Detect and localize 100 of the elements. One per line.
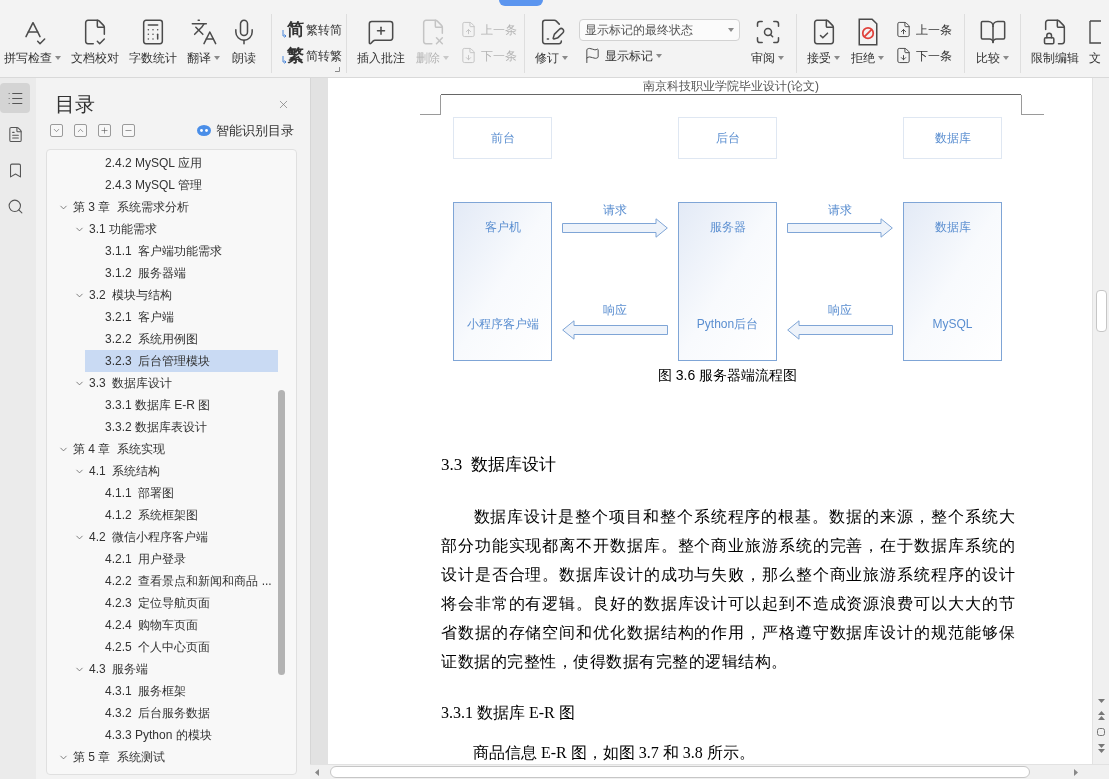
arrow-label: 请求 bbox=[828, 204, 852, 217]
ribbon-button[interactable]: 限制编辑 bbox=[1031, 17, 1079, 65]
ribbon-button[interactable]: 上一条 bbox=[895, 18, 952, 41]
ribbon-button[interactable]: 插入批注 bbox=[357, 17, 405, 65]
cloud-face-icon bbox=[197, 125, 211, 136]
ribbon-button[interactable]: 比较 bbox=[976, 17, 1009, 65]
ribbon-button[interactable]: 朗读 bbox=[230, 17, 258, 65]
toc-item[interactable]: 4.1 系统结构 bbox=[69, 460, 278, 482]
caret-icon bbox=[728, 27, 734, 32]
scrollbar-thumb[interactable] bbox=[330, 766, 1030, 778]
ribbon-button[interactable]: 翻译 bbox=[187, 17, 220, 65]
caret-right-icon[interactable] bbox=[1074, 768, 1078, 776]
toc-item[interactable]: 4.3 服务端 bbox=[69, 658, 278, 680]
toc-item[interactable]: 4.3.1 服务框架 bbox=[85, 680, 278, 702]
section-heading: 3.3 数据库设计 bbox=[441, 454, 557, 476]
chevron-down-button[interactable] bbox=[50, 124, 63, 137]
toc-item[interactable]: 3.1.2 服务器端 bbox=[85, 262, 278, 284]
panel-title: 目录 bbox=[55, 92, 95, 116]
toc-item[interactable]: 2.4.2 MySQL 应用 bbox=[85, 152, 278, 174]
dialog-launcher-icon[interactable] bbox=[335, 66, 340, 72]
arrow-label: 请求 bbox=[603, 204, 627, 217]
ribbon-button[interactable]: 拼写检查 bbox=[4, 17, 61, 65]
document-ban-icon bbox=[857, 17, 878, 46]
margin-corner-mark bbox=[1021, 95, 1044, 115]
chevron-up-icon bbox=[76, 126, 85, 135]
chevron-up-button[interactable] bbox=[74, 124, 87, 137]
scrollbar-thumb[interactable] bbox=[278, 390, 285, 675]
toc-item[interactable]: 3.2.1 客户端 bbox=[85, 306, 278, 328]
tier-heading: 前台 bbox=[453, 117, 552, 159]
tier-heading: 后台 bbox=[678, 117, 777, 159]
ribbon-button[interactable]: 显示标记 bbox=[579, 44, 740, 67]
ribbon-button[interactable]: 拒绝 bbox=[851, 17, 884, 65]
toc-item[interactable]: 4.3.3 Python 的模块 bbox=[85, 724, 278, 746]
toc-item[interactable]: 3.3.1 数据库 E-R 图 bbox=[85, 394, 278, 416]
scrollbar-thumb[interactable] bbox=[1095, 290, 1107, 332]
sidebar-tab[interactable] bbox=[0, 83, 30, 113]
ribbon-button[interactable]: 简繁转简 bbox=[282, 18, 342, 41]
toc-item[interactable]: 第 5 章 系统测试 bbox=[53, 746, 278, 768]
double-caret-down-icon[interactable] bbox=[1097, 744, 1105, 753]
toc-item[interactable]: 3.3 数据库设计 bbox=[69, 372, 278, 394]
ribbon-button[interactable]: 繁简转繁 bbox=[282, 44, 342, 67]
arrow-label: 响应 bbox=[828, 304, 852, 317]
plus-icon bbox=[100, 126, 109, 135]
margin-corner-mark bbox=[420, 95, 441, 115]
node-title: 数据库 bbox=[934, 220, 971, 234]
minus-button[interactable] bbox=[122, 124, 135, 137]
node-subtitle: Python后台 bbox=[696, 317, 759, 331]
toc-item[interactable]: 4.1.1 部署图 bbox=[85, 482, 278, 504]
node-title: 服务器 bbox=[709, 220, 746, 234]
toc-item[interactable]: 第 4 章 系统实现 bbox=[53, 438, 278, 460]
toc-item[interactable]: 4.2.1 用户登录 bbox=[85, 548, 278, 570]
tab-highlight bbox=[499, 0, 543, 6]
ribbon-button[interactable]: 字数统计 bbox=[129, 17, 177, 65]
toc-item[interactable]: 3.3.2 数据库表设计 bbox=[85, 416, 278, 438]
figure-caption: 图 3.6 服务器端流程图 bbox=[657, 367, 798, 383]
document-up-icon bbox=[460, 21, 477, 39]
curved-arrow-icon bbox=[282, 55, 287, 65]
document-list-icon bbox=[6, 125, 24, 143]
body-paragraph: 数据库设计是整个项目和整个系统程序的根基。数据的来源，整个系统大部分功能实现都离不开数据库。整个商业旅游系统的完善，在于数据库系统的设计是否合理。数据库设计的成功与失败，那么整个商业旅游系统程序的设计将会非常的有逻辑。良好的数据库设计可以起到不造成资源浪费可以大大的节省数据的存储空间和优化数据结构的作用，严格遵守数据库设计的规范能够保证数据的完整性，使得数据有完整的逻辑结构。 bbox=[441, 507, 1015, 673]
ribbon-button[interactable]: 修订 bbox=[535, 17, 568, 65]
document-icon bbox=[1089, 18, 1101, 45]
ribbon-button[interactable]: 接受 bbox=[807, 17, 840, 65]
toc-item[interactable]: 4.2 微信小程序客户端 bbox=[69, 526, 278, 548]
caret-down-icon[interactable] bbox=[1097, 699, 1105, 703]
translate-icon bbox=[189, 17, 218, 46]
toc-item[interactable]: 2.4.3 MySQL 管理 bbox=[85, 174, 278, 196]
document-down-icon bbox=[460, 47, 477, 65]
plus-button[interactable] bbox=[98, 124, 111, 137]
toc-item[interactable]: 4.2.3 定位导航页面 bbox=[85, 592, 278, 614]
toc-item[interactable]: 3.2.3 后台管理模块 bbox=[85, 350, 278, 372]
tier-heading: 数据库 bbox=[903, 117, 1002, 159]
chevron-down-icon bbox=[52, 126, 61, 135]
node-title: 客户机 bbox=[484, 220, 521, 234]
page-header: 南京科技职业学院毕业设计(论文) bbox=[441, 78, 1021, 95]
body-text: 商品信息 E-R 图，如图 3.7 和 3.8 所示。 bbox=[473, 743, 756, 763]
toc-item[interactable]: 4.2.4 购物车页面 bbox=[85, 614, 278, 636]
caret-left-icon[interactable] bbox=[315, 768, 319, 776]
toc-item[interactable]: 4.3.2 后台服务数据 bbox=[85, 702, 278, 724]
double-caret-up-icon[interactable] bbox=[1097, 711, 1105, 720]
search-icon bbox=[6, 197, 24, 215]
curved-arrow-icon bbox=[282, 29, 287, 39]
toc-item[interactable]: 第 3 章 系统需求分析 bbox=[53, 196, 278, 218]
toc-item[interactable]: 4.2.5 个人中心页面 bbox=[85, 636, 278, 658]
ribbon-button[interactable]: 下一条 bbox=[895, 44, 952, 67]
ribbon-button[interactable]: 文 bbox=[1089, 17, 1101, 65]
markup-view-select[interactable]: 显示标记的最终状态 bbox=[579, 18, 740, 41]
smart-toc-button[interactable]: 智能识别目录 bbox=[197, 122, 294, 139]
toc-item[interactable]: 3.2.2 系统用例图 bbox=[85, 328, 278, 350]
toc-item[interactable]: 3.1 功能需求 bbox=[69, 218, 278, 240]
ribbon-button[interactable]: 审阅 bbox=[751, 17, 784, 65]
node-subtitle: MySQL bbox=[932, 317, 973, 331]
flag-icon bbox=[584, 47, 601, 65]
node-subtitle: 小程序客户端 bbox=[466, 317, 539, 331]
toc-item[interactable]: 4.2.2 查看景点和新闻和商品 ... bbox=[85, 570, 278, 592]
document-down-icon bbox=[895, 47, 912, 65]
document-up-icon bbox=[895, 21, 912, 39]
toc-item[interactable]: 4.1.2 系统框架图 bbox=[85, 504, 278, 526]
toc-item[interactable]: 3.2 模块与结构 bbox=[69, 284, 278, 306]
ribbon-button[interactable]: 文档校对 bbox=[71, 17, 119, 65]
toc-item[interactable]: 3.1.1 客户端功能需求 bbox=[85, 240, 278, 262]
